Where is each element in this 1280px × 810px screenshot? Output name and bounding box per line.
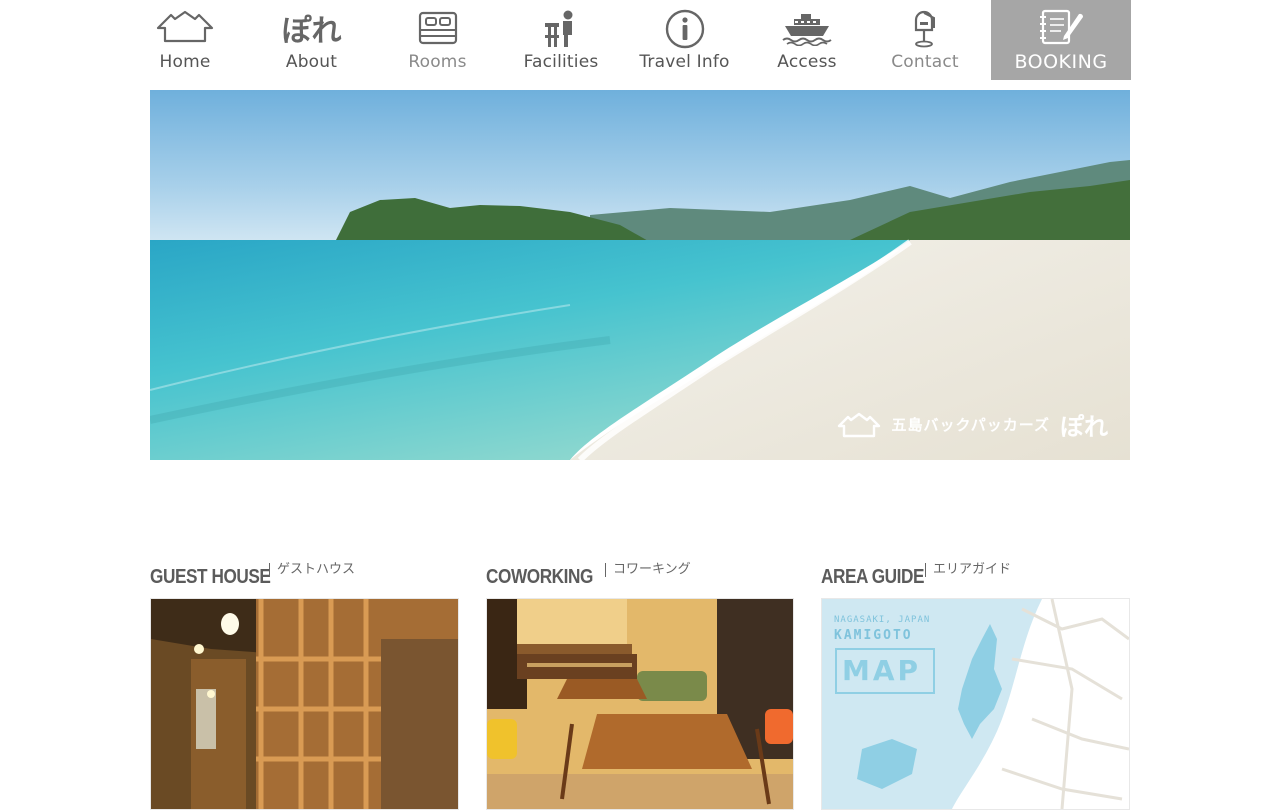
- bed-icon: [417, 10, 459, 50]
- mailbox-icon: [910, 10, 940, 52]
- house-outline-icon: [837, 412, 881, 438]
- nav-facilities[interactable]: Facilities: [515, 0, 607, 80]
- nav-contact[interactable]: Contact: [883, 0, 967, 80]
- nav-booking[interactable]: BOOKING: [991, 0, 1131, 80]
- hero-banner: 五島バックパッカーズ ぽれ: [150, 90, 1130, 460]
- hero-beach-image: [150, 90, 1130, 460]
- ship-icon: [781, 12, 833, 50]
- nav-about[interactable]: ぽれ About: [260, 0, 363, 80]
- main-nav: Home ぽれ About Rooms Facilities Travel In…: [150, 0, 1131, 80]
- map-caption-title: MAP: [842, 654, 922, 687]
- nav-travel-info-label: Travel Info: [639, 52, 730, 72]
- desk-person-icon: [542, 9, 580, 53]
- nav-access[interactable]: Access: [762, 0, 852, 80]
- section-title: COWORKING: [486, 566, 593, 588]
- info-icon: [665, 9, 705, 53]
- nav-travel-info[interactable]: Travel Info: [638, 0, 731, 80]
- section-subtitle: エリアガイド: [925, 563, 1011, 577]
- section-guest-house: GUEST HOUSE ゲストハウス: [150, 560, 459, 810]
- nav-facilities-label: Facilities: [523, 52, 599, 72]
- section-subtitle: ゲストハウス: [269, 563, 355, 577]
- nav-rooms-label: Rooms: [408, 52, 467, 72]
- coworking-image[interactable]: [486, 598, 794, 810]
- nav-home-label: Home: [159, 52, 211, 72]
- nav-about-label: About: [285, 52, 338, 72]
- nav-rooms[interactable]: Rooms: [390, 0, 485, 80]
- area-guide-map-image[interactable]: NAGASAKI, JAPAN KAMIGOTO MAP: [821, 598, 1130, 810]
- hero-logo: 五島バックパッカーズ ぽれ: [837, 407, 1108, 442]
- nav-access-label: Access: [777, 52, 837, 72]
- pore-logo-icon: ぽれ: [281, 14, 342, 49]
- map-caption-region: NAGASAKI, JAPAN: [834, 615, 931, 625]
- hero-logo-brand: ぽれ: [1060, 413, 1108, 441]
- hero-logo-text: 五島バックパッカーズ: [891, 416, 1050, 434]
- section-subtitle: コワーキング: [605, 563, 691, 577]
- nav-booking-label: BOOKING: [1014, 51, 1108, 73]
- nav-home[interactable]: Home: [150, 0, 220, 80]
- map-caption-town: KAMIGOTO: [834, 628, 913, 643]
- guest-house-image[interactable]: [150, 598, 459, 810]
- nav-contact-label: Contact: [891, 52, 959, 72]
- notebook-pen-icon: [1037, 8, 1085, 50]
- section-title: GUEST HOUSE: [150, 566, 271, 588]
- section-title: AREA GUIDE: [821, 566, 925, 588]
- house-icon: [155, 8, 215, 48]
- section-coworking: COWORKING コワーキング: [486, 560, 795, 810]
- section-area-guide: AREA GUIDE エリアガイド NAGASAKI, JAPAN KAMIGO…: [821, 560, 1130, 810]
